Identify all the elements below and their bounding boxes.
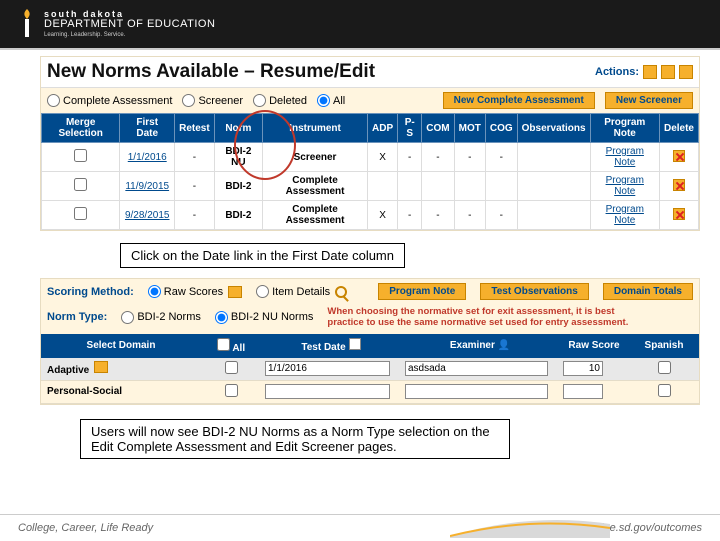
date-link[interactable]: 11/9/2015 — [120, 172, 175, 201]
hint-text-1: Click on the Date link in the First Date… — [120, 243, 405, 268]
col-pnote: Program Note — [590, 114, 659, 143]
merge-checkbox — [74, 207, 87, 220]
col-delete: Delete — [659, 114, 698, 143]
col-instrument: Instrument — [263, 114, 368, 143]
col-norm: Norm — [214, 114, 262, 143]
spanish-checkbox — [658, 361, 671, 374]
brand-header: south dakota DEPARTMENT OF EDUCATION Lea… — [0, 0, 720, 48]
program-note-link[interactable]: Program Note — [590, 201, 659, 230]
raw-scores-radio[interactable]: Raw Scores — [148, 285, 242, 298]
date-link[interactable]: 1/1/2016 — [120, 143, 175, 172]
new-screener-button[interactable]: New Screener — [605, 92, 693, 109]
action-icon-1[interactable] — [643, 65, 657, 79]
spanish-checkbox — [658, 384, 671, 397]
filter-all[interactable]: All — [317, 94, 345, 107]
domain-table: Select Domain All Test Date Examiner 👤 R… — [41, 334, 699, 404]
col-test-date: Test Date — [261, 334, 401, 358]
norm-warning-text: When choosing the normative set for exit… — [327, 306, 637, 329]
filter-deleted[interactable]: Deleted — [253, 94, 307, 107]
domain-checkbox — [225, 361, 238, 374]
examiner-input — [405, 384, 548, 399]
delete-icon — [673, 179, 685, 191]
col-all[interactable]: All — [201, 334, 261, 358]
col-adp: ADP — [368, 114, 398, 143]
col-com: COM — [422, 114, 454, 143]
footer-right: doe.sd.gov/outcomes — [597, 522, 702, 534]
swoosh-icon — [450, 518, 610, 538]
search-icon — [335, 286, 347, 298]
program-note-button[interactable]: Program Note — [378, 283, 466, 300]
domain-row: Personal-Social — [41, 380, 699, 403]
col-retest: Retest — [175, 114, 215, 143]
actions-area: Actions: — [595, 65, 693, 79]
filter-complete[interactable]: Complete Assessment — [47, 94, 172, 107]
test-date-input — [265, 384, 390, 399]
action-icon-3[interactable] — [679, 65, 693, 79]
assessment-list-panel: New Norms Available – Resume/Edit Action… — [40, 56, 700, 231]
footer-left: College, Career, Life Ready — [18, 522, 153, 534]
torch-icon — [18, 8, 36, 40]
test-observations-button[interactable]: Test Observations — [480, 283, 589, 300]
scoring-method-label: Scoring Method: — [47, 286, 134, 298]
hint-text-2: Users will now see BDI-2 NU Norms as a N… — [80, 419, 510, 459]
raw-score-input — [563, 361, 603, 376]
col-domain: Select Domain — [41, 334, 201, 358]
test-date-input — [265, 361, 390, 376]
edit-assessment-panel: Scoring Method: Raw Scores Item Details … — [40, 278, 700, 405]
table-row: 9/28/2015 - BDI-2 Complete Assessment X … — [42, 201, 699, 230]
table-row: 11/9/2015 - BDI-2 Complete Assessment Pr… — [42, 172, 699, 201]
all-checkbox — [217, 338, 230, 351]
person-icon: 👤 — [498, 340, 510, 351]
footer: College, Career, Life Ready doe.sd.gov/o… — [0, 514, 720, 540]
program-note-link[interactable]: Program Note — [590, 143, 659, 172]
col-examiner: Examiner 👤 — [401, 334, 559, 358]
domain-checkbox — [225, 384, 238, 397]
action-icon-2[interactable] — [661, 65, 675, 79]
col-spanish: Spanish — [629, 334, 699, 358]
col-cog: COG — [485, 114, 517, 143]
logo-dept: DEPARTMENT OF EDUCATION — [44, 19, 215, 30]
logo: south dakota DEPARTMENT OF EDUCATION Lea… — [18, 8, 215, 40]
col-merge: Merge Selection — [42, 114, 120, 143]
examiner-input — [405, 361, 548, 376]
assessment-table: Merge Selection First Date Retest Norm I… — [41, 113, 699, 230]
delete-icon — [673, 208, 685, 220]
delete-icon — [673, 150, 685, 162]
page-title: New Norms Available – Resume/Edit — [47, 61, 375, 83]
bdi2-norms-radio[interactable]: BDI-2 Norms — [121, 311, 201, 324]
domain-row: Adaptive — [41, 358, 699, 381]
actions-label: Actions: — [595, 66, 639, 78]
merge-checkbox — [74, 178, 87, 191]
raw-score-input — [563, 384, 603, 399]
program-note-link[interactable]: Program Note — [590, 172, 659, 201]
domain-icon — [94, 361, 108, 373]
new-complete-button[interactable]: New Complete Assessment — [443, 92, 595, 109]
logo-tagline: Learning. Leadership. Service. — [44, 32, 215, 38]
date-link[interactable]: 9/28/2015 — [120, 201, 175, 230]
domain-totals-button[interactable]: Domain Totals — [603, 283, 693, 300]
table-row: 1/1/2016 - BDI-2 NU Screener X - - - - P… — [42, 143, 699, 172]
col-mot: MOT — [454, 114, 485, 143]
col-first-date: First Date — [120, 114, 175, 143]
filter-screener[interactable]: Screener — [182, 94, 243, 107]
calendar-icon — [349, 338, 361, 350]
raw-scores-icon — [228, 286, 242, 298]
merge-checkbox — [74, 149, 87, 162]
bdi2-nu-norms-radio[interactable]: BDI-2 NU Norms — [215, 311, 314, 324]
col-raw-score: Raw Score — [559, 334, 629, 358]
col-ps: P-S — [398, 114, 422, 143]
col-obs: Observations — [517, 114, 590, 143]
item-details-radio[interactable]: Item Details — [256, 285, 347, 298]
norm-type-label: Norm Type: — [47, 311, 107, 323]
